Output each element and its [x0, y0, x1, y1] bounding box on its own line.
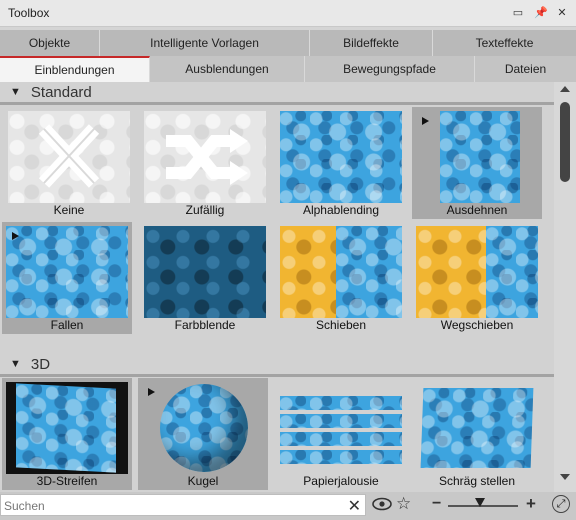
thumbnail	[280, 111, 402, 203]
tile-label: Fallen	[50, 318, 84, 332]
tab-label: Dateien	[504, 62, 547, 76]
zoom-fit-icon[interactable]: ⤢	[552, 495, 570, 513]
tile-label: Farbblende	[174, 318, 236, 332]
play-icon[interactable]	[422, 117, 429, 125]
pin-icon[interactable]: 📌	[534, 6, 548, 19]
play-icon[interactable]	[148, 388, 155, 396]
close-icon[interactable]: ✕	[556, 6, 568, 19]
thumbnail	[440, 111, 520, 203]
tab-label: Ausblendungen	[185, 62, 269, 76]
window-controls: ▭ 📌 ✕	[512, 6, 568, 19]
shuffle-icon	[166, 129, 248, 185]
scrollbar-thumb[interactable]	[560, 102, 570, 182]
transition-tile-kugel[interactable]: Kugel	[138, 378, 268, 490]
tab-row-2: Einblendungen Ausblendungen Bewegungspfa…	[0, 56, 576, 82]
minimize-icon[interactable]: ▭	[512, 6, 524, 19]
toolbox-titlebar: Toolbox ▭ 📌 ✕	[0, 0, 576, 27]
tab-objekte[interactable]: Objekte	[0, 30, 100, 56]
tile-label: Papierjalousie	[303, 474, 379, 488]
x-icon	[38, 124, 100, 188]
thumbnail	[8, 111, 130, 203]
transition-tile-wegschieben[interactable]: Wegschieben	[412, 222, 542, 334]
tab-label: Einblendungen	[34, 63, 115, 77]
thumbnail	[6, 382, 128, 474]
clear-search-icon[interactable]: ✕	[348, 496, 361, 516]
thumbnail	[6, 226, 128, 318]
tile-label: Ausdehnen	[446, 203, 508, 217]
zoom-in-icon[interactable]: +	[526, 494, 536, 514]
scroll-up-arrow-icon[interactable]	[560, 86, 570, 92]
tab-label: Bildeffekte	[343, 36, 399, 50]
tab-einblendungen[interactable]: Einblendungen	[0, 56, 150, 82]
transition-tile-ausdehnen[interactable]: Ausdehnen	[412, 107, 542, 219]
window-title: Toolbox	[8, 6, 50, 20]
eye-icon[interactable]	[372, 497, 392, 511]
tab-texteffekte[interactable]: Texteffekte	[433, 30, 576, 56]
section-divider	[0, 102, 554, 105]
collapse-triangle-icon[interactable]: ▼	[10, 86, 21, 98]
transition-tile-3d-streifen[interactable]: 3D-Streifen	[2, 378, 132, 490]
transition-tile-zufaellig[interactable]: Zufällig	[140, 107, 270, 219]
section-header-3d[interactable]: ▼ 3D	[0, 354, 554, 374]
transition-tile-schraeg-stellen[interactable]: Schräg stellen	[412, 378, 542, 490]
star-icon[interactable]: ☆	[396, 494, 411, 514]
transitions-gallery: ▼ Standard Keine Zufällig Alphablending …	[0, 82, 554, 492]
tile-label: Alphablending	[302, 203, 380, 217]
thumbnail	[280, 382, 402, 474]
transition-tile-alphablending[interactable]: Alphablending	[276, 107, 406, 219]
tile-label: Schräg stellen	[438, 474, 516, 488]
tile-label: Kugel	[187, 474, 219, 488]
transition-tile-farbblende[interactable]: Farbblende	[140, 222, 270, 334]
play-icon[interactable]	[12, 232, 19, 240]
transition-tile-keine[interactable]: Keine	[4, 107, 134, 219]
collapse-triangle-icon[interactable]: ▼	[10, 358, 21, 370]
section-divider	[0, 374, 554, 377]
tab-label: Intelligente Vorlagen	[150, 36, 259, 50]
tile-label: Wegschieben	[440, 318, 514, 332]
tab-label: Texteffekte	[475, 36, 534, 50]
tab-label: Bewegungspfade	[343, 62, 436, 76]
thumbnail	[144, 111, 266, 203]
tab-bildeffekte[interactable]: Bildeffekte	[310, 30, 433, 56]
tab-ausblendungen[interactable]: Ausblendungen	[150, 56, 305, 82]
section-title: Standard	[30, 83, 92, 101]
thumbnail	[144, 226, 266, 318]
transition-tile-schieben[interactable]: Schieben	[276, 222, 406, 334]
tab-label: Objekte	[28, 36, 71, 50]
tab-bewegungspfade[interactable]: Bewegungspfade	[305, 56, 475, 82]
transition-tile-papierjalousie[interactable]: Papierjalousie	[276, 378, 406, 490]
zoom-out-icon[interactable]: −	[432, 495, 441, 513]
tile-label: 3D-Streifen	[36, 474, 98, 488]
zoom-slider-knob[interactable]	[474, 498, 485, 507]
tab-row-1: Objekte Intelligente Vorlagen Bildeffekt…	[0, 30, 576, 56]
search-box[interactable]: ✕	[0, 494, 366, 517]
tab-intelligente-vorlagen[interactable]: Intelligente Vorlagen	[100, 30, 310, 56]
bottom-toolbar: ✕ ☆ − + ⤢	[0, 492, 576, 520]
vertical-scrollbar[interactable]	[554, 82, 576, 492]
tile-label: Zufällig	[185, 203, 225, 217]
section-title: 3D	[30, 355, 51, 373]
thumbnail	[142, 382, 264, 474]
search-input[interactable]	[1, 495, 346, 517]
thumbnail	[416, 226, 538, 318]
tile-label: Schieben	[315, 318, 367, 332]
tile-label: Keine	[53, 203, 85, 217]
thumbnail	[280, 226, 402, 318]
section-header-standard[interactable]: ▼ Standard	[0, 82, 554, 102]
thumbnail	[416, 382, 538, 474]
tab-dateien[interactable]: Dateien	[475, 56, 576, 82]
transition-tile-fallen[interactable]: Fallen	[2, 222, 132, 334]
scroll-down-arrow-icon[interactable]	[560, 474, 570, 480]
